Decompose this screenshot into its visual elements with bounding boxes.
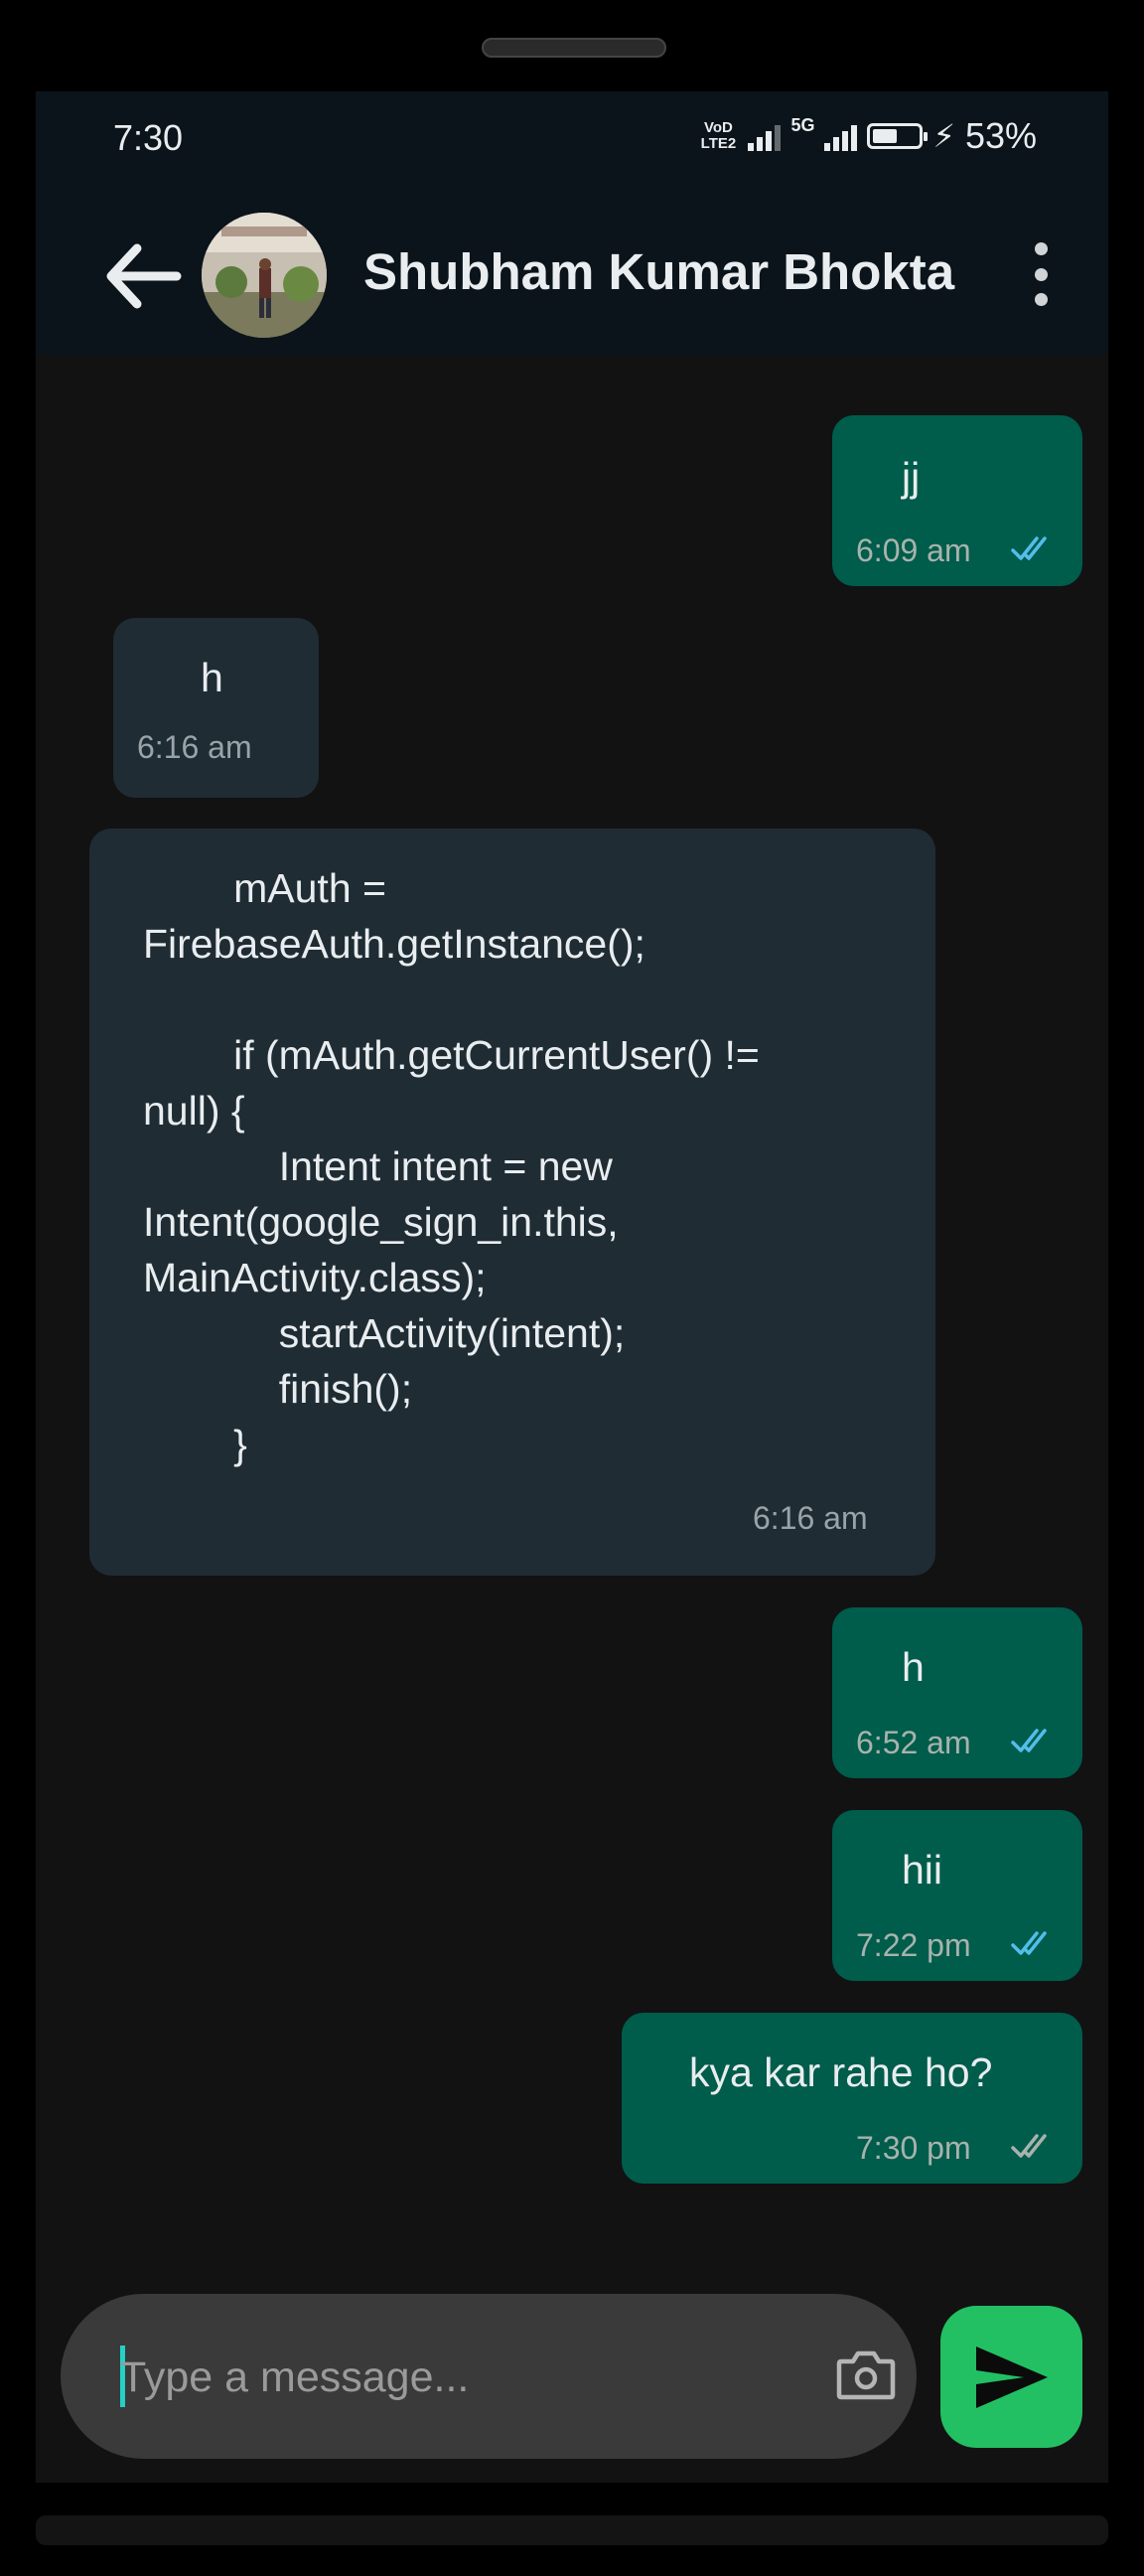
message-text: h bbox=[201, 655, 223, 700]
message-time: 7:22 pm bbox=[856, 1927, 971, 1963]
bottom-bezel bbox=[36, 2515, 1108, 2545]
message-time: 7:30 pm bbox=[856, 2130, 971, 2166]
status-icons: VoD LTE2 5G ⚡ 53% bbox=[698, 115, 1037, 157]
message-time: 6:16 am bbox=[753, 1500, 868, 1536]
double-check-icon bbox=[1011, 1931, 1047, 1955]
message-text: jj bbox=[902, 454, 921, 500]
message-bubble-incoming[interactable]: mAuth = FirebaseAuth.getInstance(); if (… bbox=[89, 829, 935, 1576]
back-button[interactable] bbox=[103, 240, 183, 312]
signal-5g-icon bbox=[824, 121, 858, 151]
signal-icon bbox=[748, 121, 782, 151]
message-text: kya kar rahe ho? bbox=[689, 2049, 993, 2095]
arrow-left-icon bbox=[106, 243, 182, 309]
message-time: 6:16 am bbox=[137, 729, 252, 765]
bolt-icon: ⚡ bbox=[932, 118, 955, 154]
message-composer bbox=[61, 2294, 917, 2459]
double-check-icon bbox=[1011, 1729, 1047, 1752]
message-text: hii bbox=[902, 1847, 943, 1893]
message-text: h bbox=[902, 1644, 925, 1690]
message-bubble-incoming[interactable]: h 6:16 am bbox=[113, 618, 319, 798]
camera-icon[interactable] bbox=[835, 2348, 897, 2403]
send-icon bbox=[975, 2346, 1048, 2408]
message-time: 6:09 am bbox=[856, 532, 971, 568]
avatar[interactable] bbox=[202, 213, 327, 338]
avatar-photo bbox=[202, 213, 327, 338]
status-time: 7:30 bbox=[113, 117, 184, 158]
send-button[interactable] bbox=[940, 2306, 1082, 2448]
message-bubble-outgoing[interactable]: hii 7:22 pm bbox=[832, 1810, 1082, 1981]
phone-frame: 7:30 VoD LTE2 5G ⚡ 53% Shubham Kumar Bho… bbox=[0, 0, 1144, 2576]
message-time: 6:52 am bbox=[856, 1725, 971, 1760]
contact-name[interactable]: Shubham Kumar Bhokta bbox=[363, 242, 954, 301]
battery-fill bbox=[873, 129, 897, 143]
battery-percent: 53% bbox=[964, 115, 1037, 156]
message-input[interactable] bbox=[118, 2334, 817, 2421]
battery-icon bbox=[867, 123, 929, 149]
message-bubble-outgoing[interactable]: kya kar rahe ho? 7:30 pm bbox=[622, 2013, 1082, 2184]
double-check-icon bbox=[1011, 2134, 1047, 2158]
chat-screen: 7:30 VoD LTE2 5G ⚡ 53% Shubham Kumar Bho… bbox=[36, 91, 1108, 2483]
double-check-icon bbox=[1011, 536, 1047, 560]
message-bubble-outgoing[interactable]: jj 6:09 am bbox=[832, 415, 1082, 586]
speaker-grille bbox=[482, 38, 666, 58]
camera-glyph bbox=[836, 2350, 896, 2400]
network-5g-label: 5G bbox=[790, 115, 815, 135]
more-vert-icon[interactable] bbox=[1029, 242, 1053, 306]
message-bubble-outgoing[interactable]: h 6:52 am bbox=[832, 1607, 1082, 1778]
chat-header: Shubham Kumar Bhokta bbox=[36, 193, 1108, 356]
status-bar: 7:30 VoD LTE2 5G ⚡ 53% bbox=[36, 91, 1108, 193]
message-text: mAuth = FirebaseAuth.getInstance(); if (… bbox=[143, 865, 760, 1467]
network-label: VoD LTE2 bbox=[700, 119, 737, 152]
